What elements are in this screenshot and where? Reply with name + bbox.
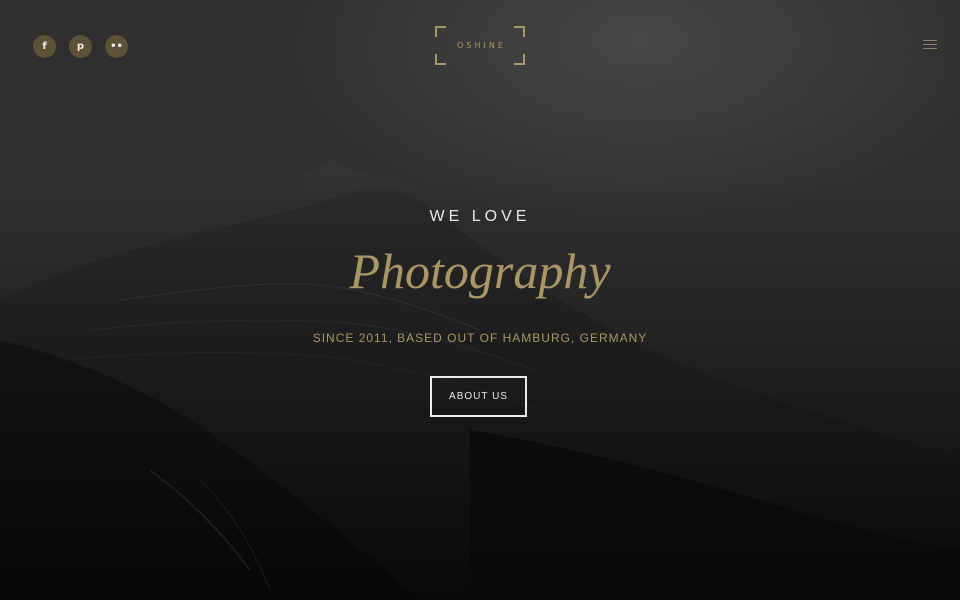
logo-corner <box>435 26 446 37</box>
logo-text: OSHINE <box>457 41 506 50</box>
hero-subtitle: SINCE 2011, BASED OUT OF HAMBURG, GERMAN… <box>312 331 648 345</box>
logo-corner <box>514 26 525 37</box>
about-us-button-label: ABOUT US <box>449 391 508 402</box>
flickr-icon[interactable]: •• <box>105 35 128 58</box>
pinterest-icon[interactable]: p <box>69 35 92 58</box>
hamburger-menu-icon[interactable] <box>923 40 937 51</box>
facebook-icon[interactable]: f <box>33 35 56 58</box>
about-us-button[interactable]: ABOUT US <box>430 376 527 417</box>
site-logo[interactable]: OSHINE <box>435 26 525 65</box>
logo-corner <box>435 54 446 65</box>
hero-pre-title: WE LOVE <box>429 208 531 225</box>
hero-title: Photography <box>349 243 611 299</box>
hero-section: f p •• OSHINE WE LOVE Photography SINCE … <box>0 0 960 600</box>
social-links: f p •• <box>33 35 128 58</box>
logo-corner <box>514 54 525 65</box>
